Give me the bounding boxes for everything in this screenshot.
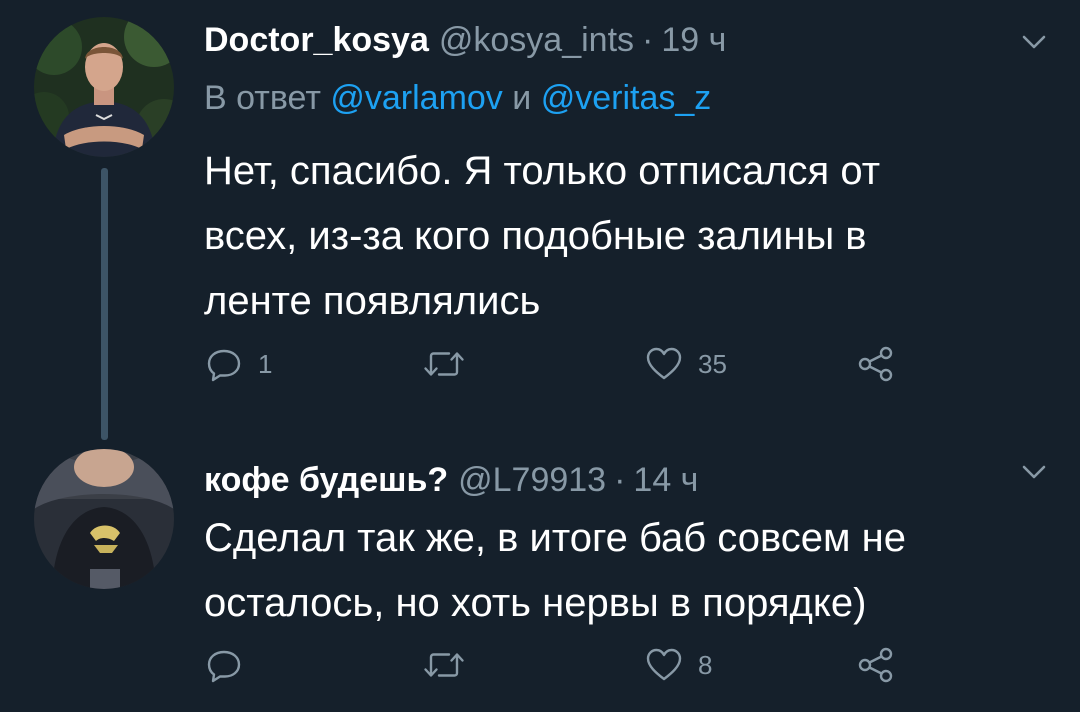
share-icon bbox=[856, 344, 896, 384]
reply-context: В ответ @varlamov и @veritas_z bbox=[204, 74, 711, 122]
timeline: Doctor_kosya @kosya_ints · 19 ч В ответ … bbox=[0, 0, 1080, 712]
avatar[interactable] bbox=[34, 449, 174, 589]
share-button[interactable] bbox=[856, 342, 896, 386]
avatar-image bbox=[34, 17, 174, 157]
like-count: 35 bbox=[698, 348, 727, 379]
tweet-text-line: Сделал так же, в итоге баб совсем не bbox=[204, 516, 906, 560]
reply-conjunction: и bbox=[512, 79, 532, 117]
tweet-text-line: ленте появлялись bbox=[204, 279, 541, 323]
reply-button[interactable] bbox=[204, 643, 258, 687]
like-count: 8 bbox=[698, 649, 713, 680]
separator-dot: · bbox=[642, 21, 654, 59]
tweet[interactable]: кофе будешь? @L79913 · 14 ч Сделал так ж… bbox=[0, 440, 1080, 712]
heart-icon bbox=[644, 344, 684, 384]
thread-connector-line bbox=[101, 168, 108, 440]
retweet-button[interactable] bbox=[422, 643, 480, 687]
timestamp[interactable]: 14 ч bbox=[633, 456, 698, 504]
mention-link[interactable]: @veritas_z bbox=[541, 79, 712, 117]
mention-link[interactable]: @varlamov bbox=[330, 79, 502, 117]
timestamp[interactable]: 19 ч bbox=[661, 16, 726, 64]
avatar-image bbox=[34, 449, 174, 589]
retweet-button[interactable] bbox=[422, 342, 480, 386]
display-name[interactable]: Doctor_kosya bbox=[204, 16, 429, 64]
tweet-header: кофе будешь? @L79913 · 14 ч bbox=[204, 456, 698, 504]
reply-prefix: В ответ bbox=[204, 79, 321, 117]
user-handle[interactable]: @L79913 bbox=[458, 456, 606, 504]
tweet-text: Сделал так же, в итоге баб совсем не ост… bbox=[204, 506, 1024, 636]
like-button[interactable]: 8 bbox=[644, 643, 712, 687]
heart-icon bbox=[644, 645, 684, 685]
chevron-down-icon[interactable] bbox=[1018, 456, 1050, 488]
tweet[interactable]: Doctor_kosya @kosya_ints · 19 ч В ответ … bbox=[0, 0, 1080, 440]
tweet-text-line: осталось, но хоть нервы в порядке) bbox=[204, 581, 867, 625]
like-button[interactable]: 35 bbox=[644, 342, 727, 386]
retweet-icon bbox=[422, 645, 466, 685]
avatar[interactable] bbox=[34, 17, 174, 157]
action-bar: 1 35 bbox=[204, 342, 924, 386]
reply-icon bbox=[204, 344, 244, 384]
display-name[interactable]: кофе будешь? bbox=[204, 456, 448, 504]
retweet-icon bbox=[422, 344, 466, 384]
share-icon bbox=[856, 645, 896, 685]
tweet-text-line: Нет, спасибо. Я только отписался от bbox=[204, 149, 881, 193]
chevron-down-icon[interactable] bbox=[1018, 26, 1050, 58]
tweet-header: Doctor_kosya @kosya_ints · 19 ч bbox=[204, 16, 726, 64]
tweet-text-line: всех, из-за кого подобные залины в bbox=[204, 214, 867, 258]
reply-count: 1 bbox=[258, 348, 273, 379]
action-bar: 8 bbox=[204, 643, 924, 687]
reply-icon bbox=[204, 645, 244, 685]
separator-dot: · bbox=[614, 461, 626, 499]
user-handle[interactable]: @kosya_ints bbox=[439, 16, 634, 64]
share-button[interactable] bbox=[856, 643, 896, 687]
tweet-text: Нет, спасибо. Я только отписался от всех… bbox=[204, 139, 1024, 334]
reply-button[interactable]: 1 bbox=[204, 342, 272, 386]
